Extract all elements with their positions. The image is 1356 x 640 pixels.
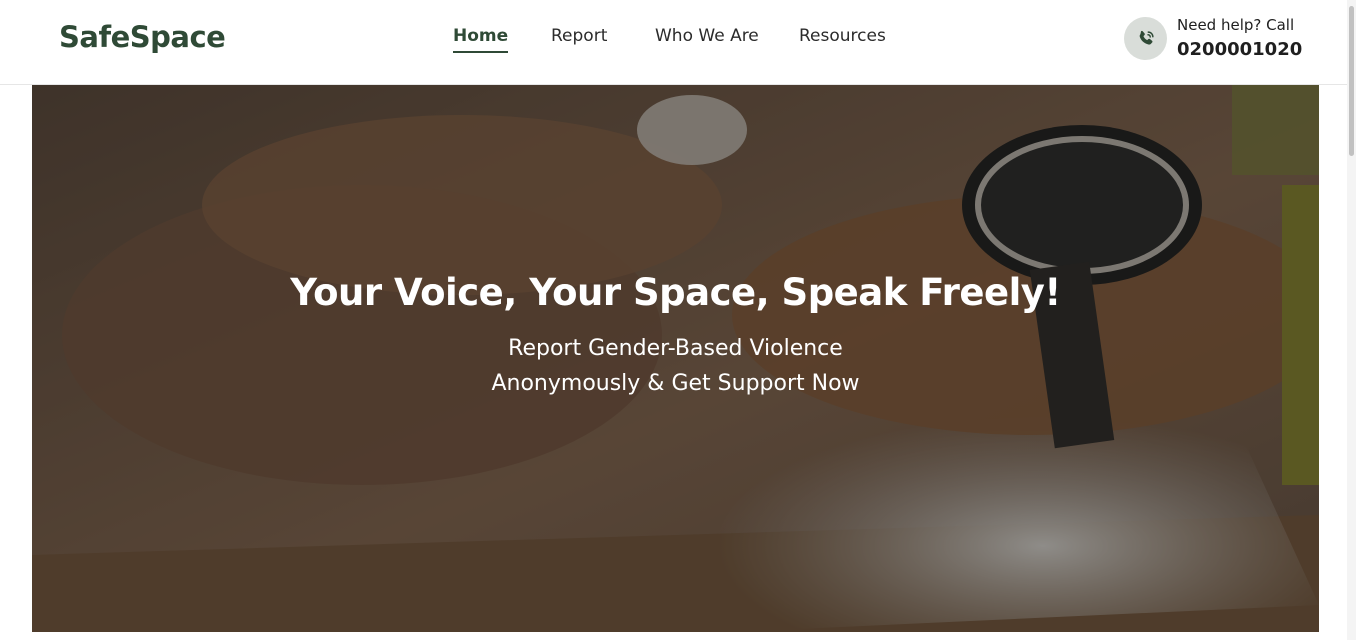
nav-item-home[interactable]: Home (453, 26, 509, 53)
help-label: Need help? Call (1177, 16, 1295, 34)
hero-subtitle-line2: Anonymously & Get Support Now (491, 371, 860, 396)
nav-item-report[interactable]: Report (551, 26, 607, 46)
phone-icon (1139, 30, 1154, 45)
scrollbar-thumb[interactable] (1349, 6, 1354, 156)
site-header: SafeSpace Home Report Who We Are Resourc… (0, 0, 1356, 85)
phone-icon-circle[interactable] (1124, 17, 1167, 60)
help-phone-number[interactable]: 0200001020 (1177, 39, 1302, 60)
page-scrollbar[interactable] (1347, 0, 1356, 640)
hero-subtitle-line1: Report Gender-Based Violence (508, 336, 843, 361)
nav-item-resources[interactable]: Resources (799, 26, 886, 46)
hero-banner: Your Voice, Your Space, Speak Freely! Re… (32, 85, 1319, 632)
hero-title: Your Voice, Your Space, Speak Freely! (290, 271, 1061, 314)
nav-item-who-we-are[interactable]: Who We Are (655, 26, 759, 46)
